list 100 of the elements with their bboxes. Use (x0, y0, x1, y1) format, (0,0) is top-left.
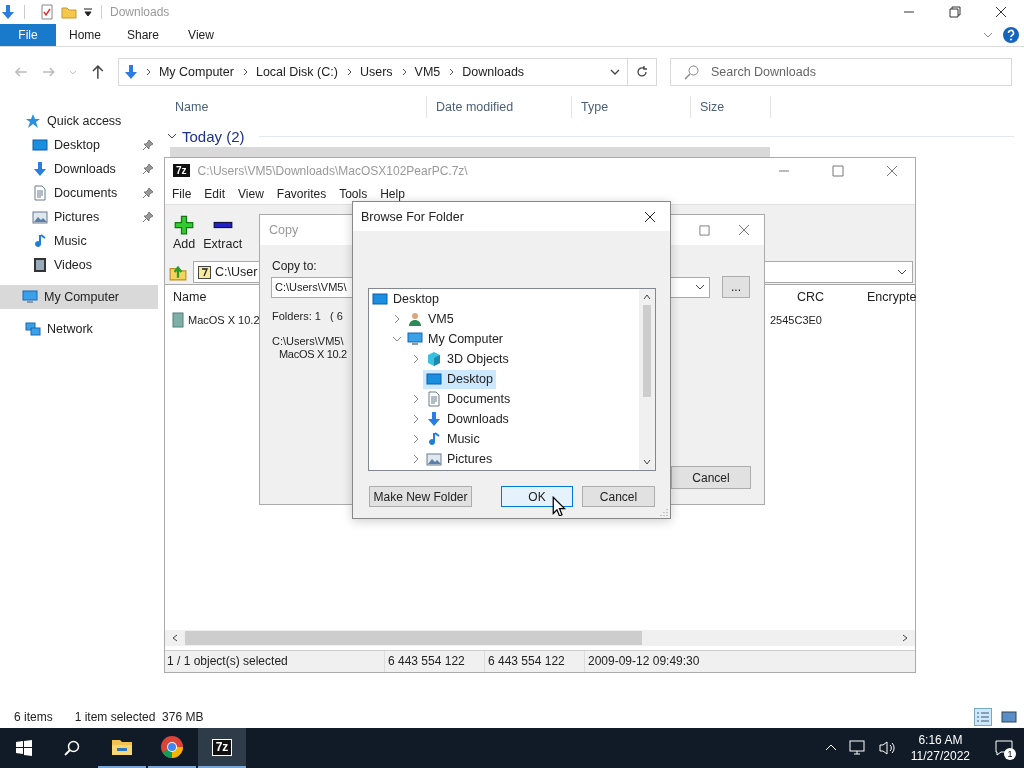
breadcrumb-item[interactable]: Downloads (462, 65, 525, 79)
notifications-button[interactable]: 1 (984, 728, 1024, 768)
dialog-button[interactable]: Cancel (582, 486, 655, 507)
pin-icon[interactable] (142, 163, 154, 175)
pin-icon[interactable] (142, 187, 154, 199)
pin-icon[interactable] (142, 139, 154, 151)
tree-item[interactable]: 3D Objects (423, 349, 512, 369)
expander-icon[interactable] (411, 454, 421, 464)
expander-icon[interactable] (392, 334, 402, 344)
taskbar-app[interactable]: 7z (198, 728, 246, 768)
ribbon-tab[interactable]: View (172, 24, 230, 46)
nav-icon (22, 289, 38, 305)
nav-item[interactable]: Network (0, 317, 158, 341)
help-icon[interactable] (1002, 26, 1020, 44)
tree-item[interactable]: Desktop (369, 289, 442, 309)
tree-item[interactable]: Pictures (423, 449, 496, 469)
nav-item[interactable]: Videos (0, 253, 158, 277)
nav-icon (32, 209, 48, 225)
plus-icon (174, 214, 195, 235)
expander-icon[interactable] (411, 354, 421, 364)
column-header[interactable]: Type (572, 96, 691, 118)
scroll-right-icon[interactable] (901, 634, 909, 642)
clock[interactable]: 6:16 AM 11/27/2022 (910, 732, 970, 764)
nav-icon (25, 113, 41, 129)
expander-icon[interactable] (411, 434, 421, 444)
nav-item[interactable]: Pictures (0, 205, 158, 229)
browse-button[interactable]: ... (722, 276, 750, 298)
tree-item[interactable]: My Computer (404, 329, 507, 349)
window-title: Downloads (110, 5, 170, 19)
toolbar-button[interactable]: Extract (203, 214, 243, 251)
close-icon (995, 6, 1007, 18)
scroll-left-icon[interactable] (171, 634, 179, 642)
breadcrumb-item[interactable]: Users (359, 65, 393, 79)
volume-icon[interactable] (878, 740, 897, 756)
address-bar[interactable]: My Computer Local Disk (C:) Users VM5 Downloads (117, 58, 657, 86)
scrollbar[interactable] (639, 289, 655, 470)
resize-grip-icon[interactable] (660, 508, 668, 516)
breadcrumb-item[interactable]: VM5 (414, 65, 441, 79)
tree-item[interactable]: Downloads (423, 409, 512, 429)
dialog-button[interactable]: Make New Folder (369, 486, 472, 507)
expander-icon[interactable] (392, 314, 402, 324)
expander-icon[interactable] (411, 394, 421, 404)
nav-item[interactable]: Documents (0, 181, 158, 205)
new-folder-icon[interactable] (61, 4, 77, 20)
ribbon-tab[interactable]: File (0, 24, 56, 46)
nav-item[interactable]: Downloads (0, 157, 158, 181)
column-header[interactable]: Encrypte (867, 290, 917, 304)
tree-item[interactable]: Music (423, 429, 483, 449)
table-cell: MacOS X 10.2 (188, 314, 260, 326)
tree-item[interactable]: Documents (423, 389, 514, 409)
expander-icon[interactable] (411, 414, 421, 424)
status-text: 6 443 554 122 (385, 651, 485, 672)
nav-item[interactable]: Desktop (0, 133, 158, 157)
toolbar-button[interactable]: Add (173, 214, 196, 251)
column-header[interactable]: Name (166, 96, 427, 118)
browser-icon (160, 735, 184, 759)
menu-item[interactable]: File (172, 186, 192, 201)
menu-item[interactable]: Edit (204, 186, 226, 201)
menu-item[interactable]: View (238, 186, 264, 201)
breadcrumb-item[interactable]: Local Disk (C:) (255, 65, 338, 79)
menu-item[interactable]: Tools (339, 186, 368, 201)
pin-icon[interactable] (142, 211, 154, 223)
nav-item[interactable]: My Computer (0, 285, 158, 309)
properties-icon[interactable] (39, 4, 55, 20)
nav-item[interactable]: Quick access (0, 109, 158, 133)
dialog-title: Browse For Folder (361, 209, 464, 224)
ribbon-tab[interactable]: Share (114, 24, 172, 46)
tree-item[interactable]: Desktop (423, 369, 496, 389)
cancel-button[interactable]: Cancel (671, 466, 751, 489)
breadcrumb-item[interactable]: My Computer (158, 65, 234, 79)
nav-icon (32, 161, 48, 177)
group-header[interactable]: Today (2) (182, 127, 245, 145)
column-header[interactable]: Date modified (427, 96, 572, 118)
nav-icon (32, 257, 48, 273)
parent-folder-icon[interactable] (169, 263, 187, 281)
search-field[interactable]: Search Downloads (670, 58, 1012, 86)
menu-item[interactable]: Favorites (276, 186, 327, 201)
download-icon[interactable] (0, 4, 16, 20)
column-header[interactable]: Name (173, 290, 207, 304)
column-header[interactable]: CRC (797, 290, 825, 304)
column-header[interactable]: Size (691, 96, 771, 118)
network-icon[interactable] (848, 740, 867, 756)
scroll-down-icon[interactable] (643, 458, 651, 466)
tiles-view-icon[interactable] (1000, 708, 1018, 726)
field-label: Copy to: (272, 259, 317, 273)
ribbon-tab[interactable]: Home (56, 24, 114, 46)
status-text: 2009-09-12 09:49:30 (587, 653, 700, 670)
message-icon (995, 740, 1013, 756)
details-view-icon[interactable] (974, 708, 992, 726)
dialog-button[interactable]: OK (501, 486, 573, 507)
menu-item[interactable]: Help (380, 186, 405, 201)
chevron-icon (400, 68, 409, 76)
nav-item[interactable]: Music (0, 229, 158, 253)
up-icon[interactable] (90, 64, 106, 80)
scrollbar[interactable] (165, 630, 915, 646)
info-text: MacOS X 10.2 (279, 348, 347, 360)
info-text: Folders: 1 ( 6 (272, 310, 343, 322)
tree-item[interactable]: VM5 (404, 309, 457, 329)
caret-icon[interactable] (83, 7, 93, 17)
scroll-up-icon[interactable] (643, 293, 651, 301)
